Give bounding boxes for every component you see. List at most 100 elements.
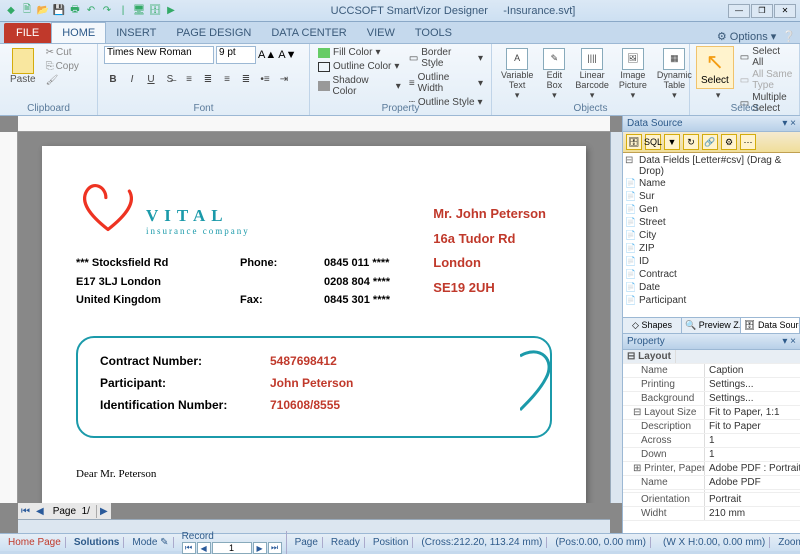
select-all-button[interactable]: ▭ Select All — [740, 46, 793, 68]
property-row[interactable]: DescriptionFit to Paper — [623, 420, 800, 434]
ds-link-icon[interactable]: 🔗 — [702, 134, 718, 150]
tree-field[interactable]: Name — [625, 177, 798, 190]
ds-refresh-icon[interactable]: ↻ — [683, 134, 699, 150]
property-row[interactable]: Down1 — [623, 448, 800, 462]
outline-color-button[interactable]: Outline Color ▾ — [316, 60, 403, 73]
page-prev-button[interactable]: ◀ — [33, 506, 47, 517]
tree-field[interactable]: Date — [625, 281, 798, 294]
record-last-button[interactable]: ⏭ — [268, 542, 282, 554]
property-grid[interactable]: ⊟ LayoutNameCaptionPrintingSettings...Ba… — [623, 350, 800, 533]
maximize-button[interactable]: ❐ — [751, 4, 773, 18]
bold-button[interactable]: B — [104, 70, 122, 88]
ds-db-icon[interactable]: 🗄 — [626, 134, 642, 150]
ruler-horizontal[interactable] — [18, 116, 610, 132]
help-icon[interactable]: ❔ — [782, 30, 796, 43]
property-row[interactable]: NameAdobe PDF — [623, 476, 800, 490]
tab-preview-zoom[interactable]: 🔍 Preview Z... — [682, 318, 741, 333]
status-solutions-link[interactable]: Solutions — [70, 537, 125, 548]
status-home-link[interactable]: Home Page — [4, 537, 66, 548]
grow-font-button[interactable]: A▲ — [258, 49, 276, 61]
copy-button[interactable]: ⎘ Copy — [44, 60, 81, 73]
page-tab-label[interactable]: Page 1/ — [47, 505, 97, 518]
tab-insert[interactable]: INSERT — [106, 23, 166, 43]
property-row[interactable]: ⊟ Layout SizeFit to Paper, 1:1 — [623, 406, 800, 420]
tree-field[interactable]: ID — [625, 255, 798, 268]
image-picture-button[interactable]: 🖼Image Picture▾ — [616, 46, 650, 103]
property-row[interactable]: Widht210 mm — [623, 507, 800, 521]
ds-filter-icon[interactable]: ▼ — [664, 134, 680, 150]
ds-settings-icon[interactable]: ⚙ — [721, 134, 737, 150]
tab-shapes[interactable]: ◇ Shapes — [623, 318, 682, 333]
qat-print-icon[interactable]: 🖶 — [68, 4, 82, 18]
qat-save-icon[interactable]: 💾 — [52, 4, 66, 18]
cut-button[interactable]: ✂ Cut — [44, 46, 81, 59]
record-prev-button[interactable]: ◀ — [197, 542, 211, 554]
tab-data-source[interactable]: 🗄 Data Source — [741, 318, 800, 333]
tab-home[interactable]: HOME — [51, 22, 106, 43]
dynamic-table-button[interactable]: ▦Dynamic Table▾ — [654, 46, 695, 103]
tab-file[interactable]: FILE — [4, 23, 51, 43]
align-right-button[interactable]: ≡ — [218, 70, 236, 88]
property-row[interactable]: OrientationPortrait — [623, 493, 800, 507]
ds-more-icon[interactable]: ⋯ — [740, 134, 756, 150]
minimize-button[interactable]: — — [728, 4, 750, 18]
property-row[interactable]: PrintingSettings... — [623, 378, 800, 392]
linear-barcode-button[interactable]: ||||Linear Barcode▾ — [572, 46, 612, 103]
outline-width-button[interactable]: ≡ Outline Width ▾ — [407, 71, 485, 95]
indent-button[interactable]: ⇥ — [275, 70, 293, 88]
tree-field[interactable]: ZIP — [625, 242, 798, 255]
property-row[interactable]: BackgroundSettings... — [623, 392, 800, 406]
qat-more-icon[interactable]: 🖥 — [132, 4, 146, 18]
tab-data-center[interactable]: DATA CENTER — [261, 23, 356, 43]
scrollbar-vertical[interactable] — [610, 132, 622, 503]
align-left-button[interactable]: ≡ — [180, 70, 198, 88]
all-same-type-button[interactable]: ▭ All Same Type — [740, 69, 793, 91]
fill-color-button[interactable]: Fill Color ▾ — [316, 46, 403, 59]
align-center-button[interactable]: ≣ — [199, 70, 217, 88]
property-row[interactable]: ⊞ Printer, PaperAdobe PDF : Portrait — [623, 462, 800, 476]
close-button[interactable]: ✕ — [774, 4, 796, 18]
shrink-font-button[interactable]: A▼ — [278, 49, 296, 61]
ruler-vertical[interactable] — [0, 132, 18, 503]
justify-button[interactable]: ≣ — [237, 70, 255, 88]
tab-view[interactable]: VIEW — [357, 23, 405, 43]
tree-field[interactable]: City — [625, 229, 798, 242]
ds-sql-icon[interactable]: SQL — [645, 134, 661, 150]
underline-button[interactable]: U — [142, 70, 160, 88]
qat-undo-icon[interactable]: ↶ — [84, 4, 98, 18]
italic-button[interactable]: I — [123, 70, 141, 88]
paste-button[interactable]: Paste — [6, 46, 40, 87]
border-style-button[interactable]: ▭ Border Style ▾ — [407, 46, 485, 70]
qat-open-icon[interactable]: 📂 — [36, 4, 50, 18]
bullets-button[interactable]: •≡ — [256, 70, 274, 88]
select-button[interactable]: ↖ Select — [696, 46, 734, 89]
record-number-input[interactable] — [212, 542, 252, 554]
page-first-button[interactable]: ⏮ — [18, 506, 33, 517]
qat-run-icon[interactable]: ▶ — [164, 4, 178, 18]
tree-field[interactable]: Participant — [625, 294, 798, 307]
shadow-color-button[interactable]: Shadow Color ▾ — [316, 74, 403, 98]
font-name-select[interactable]: Times New Roman — [104, 46, 214, 64]
font-size-select[interactable]: 9 pt — [216, 46, 256, 64]
tab-page-design[interactable]: PAGE DESIGN — [166, 23, 261, 43]
qat-redo-icon[interactable]: ↷ — [100, 4, 114, 18]
format-painter-button[interactable]: 🖌 — [44, 74, 81, 87]
tree-root[interactable]: Data Fields [Letter#csv] (Drag & Drop) — [625, 155, 798, 177]
page-next-button[interactable]: ▶ — [97, 506, 111, 517]
qat-new-icon[interactable]: 🗎 — [20, 4, 34, 18]
panel-menu-icon[interactable]: ▾ × — [782, 336, 796, 347]
record-next-button[interactable]: ▶ — [253, 542, 267, 554]
edit-box-button[interactable]: ✎Edit Box▾ — [540, 46, 568, 103]
tree-field[interactable]: Street — [625, 216, 798, 229]
data-fields-tree[interactable]: Data Fields [Letter#csv] (Drag & Drop) N… — [623, 153, 800, 317]
strike-button[interactable]: S̶ — [161, 70, 179, 88]
property-row[interactable]: Across1 — [623, 434, 800, 448]
canvas[interactable]: VITAL insurance company Mr. John Peterso… — [18, 132, 610, 503]
property-row[interactable]: NameCaption — [623, 364, 800, 378]
tree-field[interactable]: Gen — [625, 203, 798, 216]
options-link[interactable]: ⚙ Options ▾ — [717, 30, 776, 43]
scrollbar-horizontal[interactable] — [18, 519, 610, 533]
qat-db-icon[interactable]: 🗄 — [148, 4, 162, 18]
variable-text-button[interactable]: AVariable Text▾ — [498, 46, 536, 103]
panel-menu-icon[interactable]: ▾ × — [782, 118, 796, 129]
